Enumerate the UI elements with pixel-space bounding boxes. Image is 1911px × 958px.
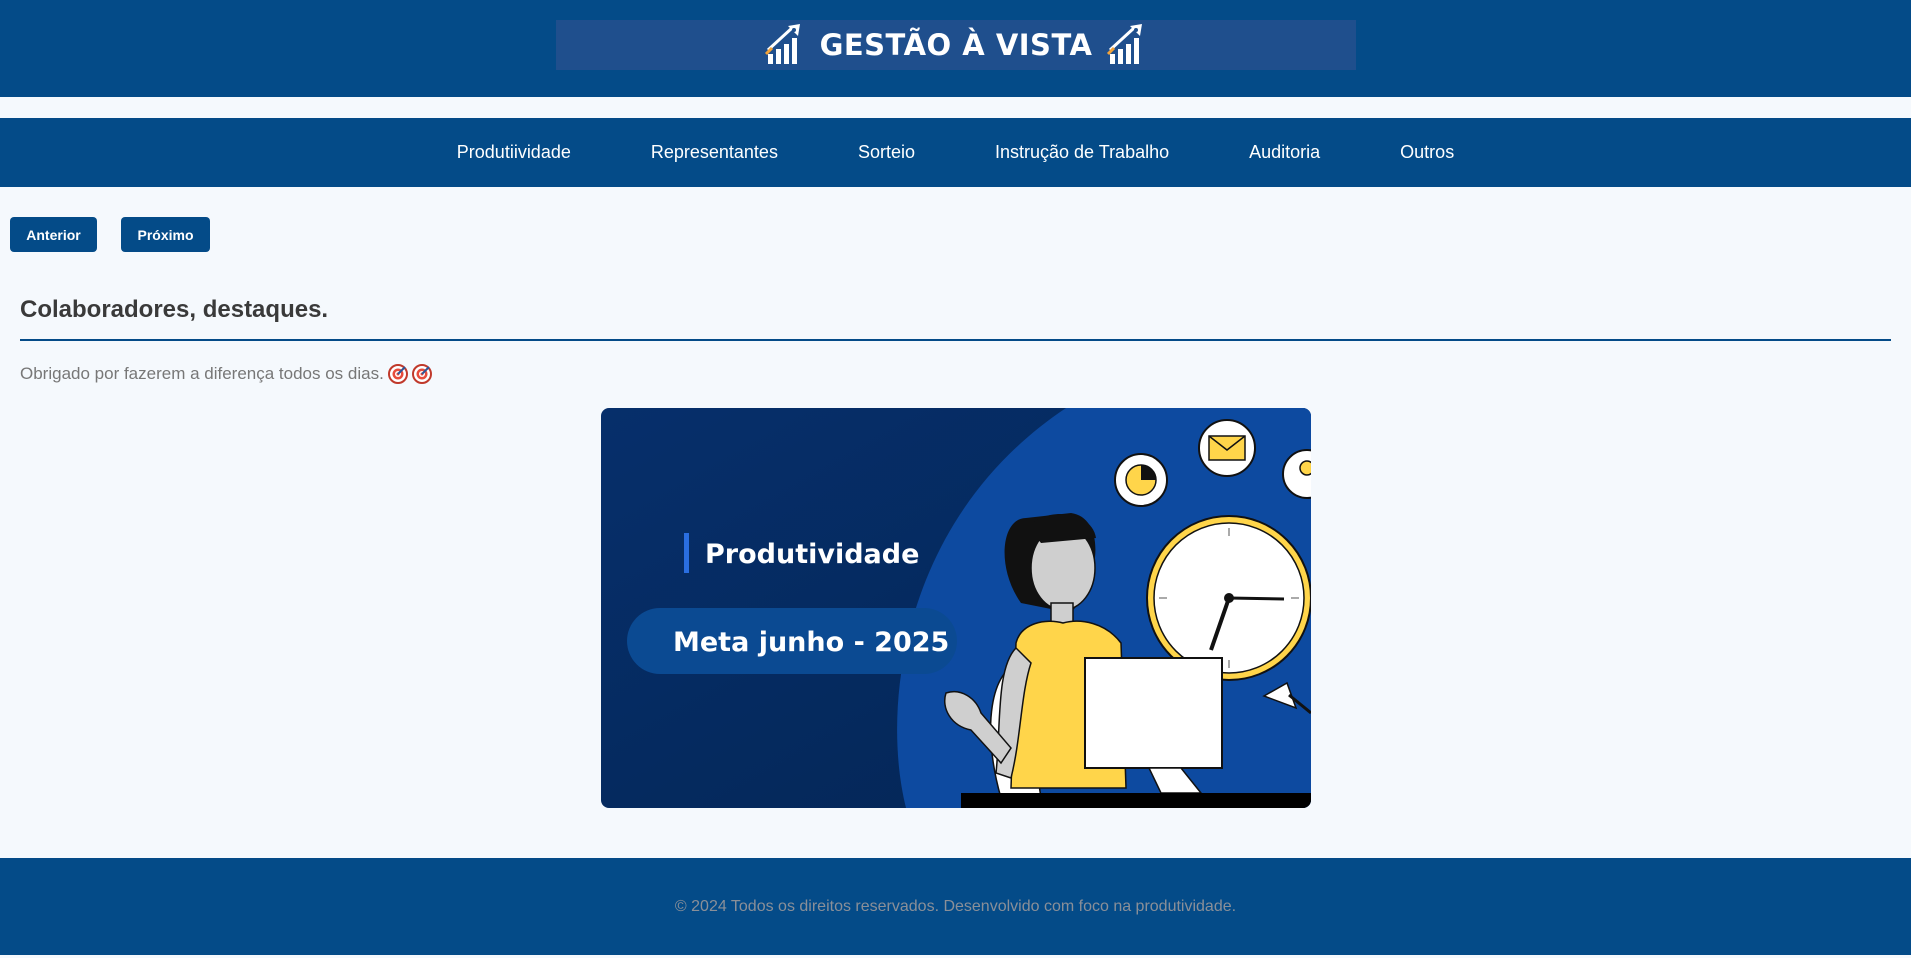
nav-item-representantes[interactable]: Representantes: [651, 142, 778, 163]
nav-item-outros[interactable]: Outros: [1400, 142, 1454, 163]
brand-bar: GESTÃO À VISTA: [556, 20, 1356, 70]
nav-item-auditoria[interactable]: Auditoria: [1249, 142, 1320, 163]
mail-icon: [1198, 419, 1256, 477]
target-icon: [411, 364, 432, 384]
title-divider: [20, 339, 1891, 341]
nav-item-instrucao-de-trabalho[interactable]: Instrução de Trabalho: [995, 142, 1169, 163]
rocket-chart-icon: [1107, 24, 1143, 64]
page-title: Colaboradores, destaques.: [20, 296, 329, 323]
productivity-banner: Produtividade Meta junho - 2025: [601, 408, 1311, 808]
heading-accent: [684, 533, 689, 573]
next-button[interactable]: Próximo: [121, 217, 210, 252]
rocket-chart-icon: [764, 24, 800, 64]
banner-illustration: Produtividade Meta junho - 2025: [601, 408, 1311, 808]
nav-item-produtividade[interactable]: Produtiividade: [457, 142, 571, 163]
site-footer: © 2024 Todos os direitos reservados. Des…: [0, 858, 1911, 955]
pie-chart-icon: [1114, 453, 1168, 507]
banner-tagline: Meta junho - 2025: [673, 627, 949, 658]
footer-text: © 2024 Todos os direitos reservados. Des…: [674, 897, 1237, 915]
page-subtitle: Obrigado por fazerem a diferença todos o…: [20, 364, 432, 384]
previous-button[interactable]: Anterior: [10, 217, 97, 252]
nav-item-sorteio[interactable]: Sorteio: [858, 142, 915, 163]
desk: [961, 793, 1311, 808]
subtitle-text: Obrigado por fazerem a diferença todos o…: [20, 364, 384, 383]
target-icon: [387, 364, 408, 384]
clock-icon: [1146, 515, 1311, 681]
banner-heading: Produtividade: [705, 539, 919, 570]
site-title: GESTÃO À VISTA: [819, 28, 1093, 62]
main-nav: Produtiividade Representantes Sorteio In…: [0, 118, 1911, 187]
site-header: GESTÃO À VISTA: [0, 0, 1911, 97]
